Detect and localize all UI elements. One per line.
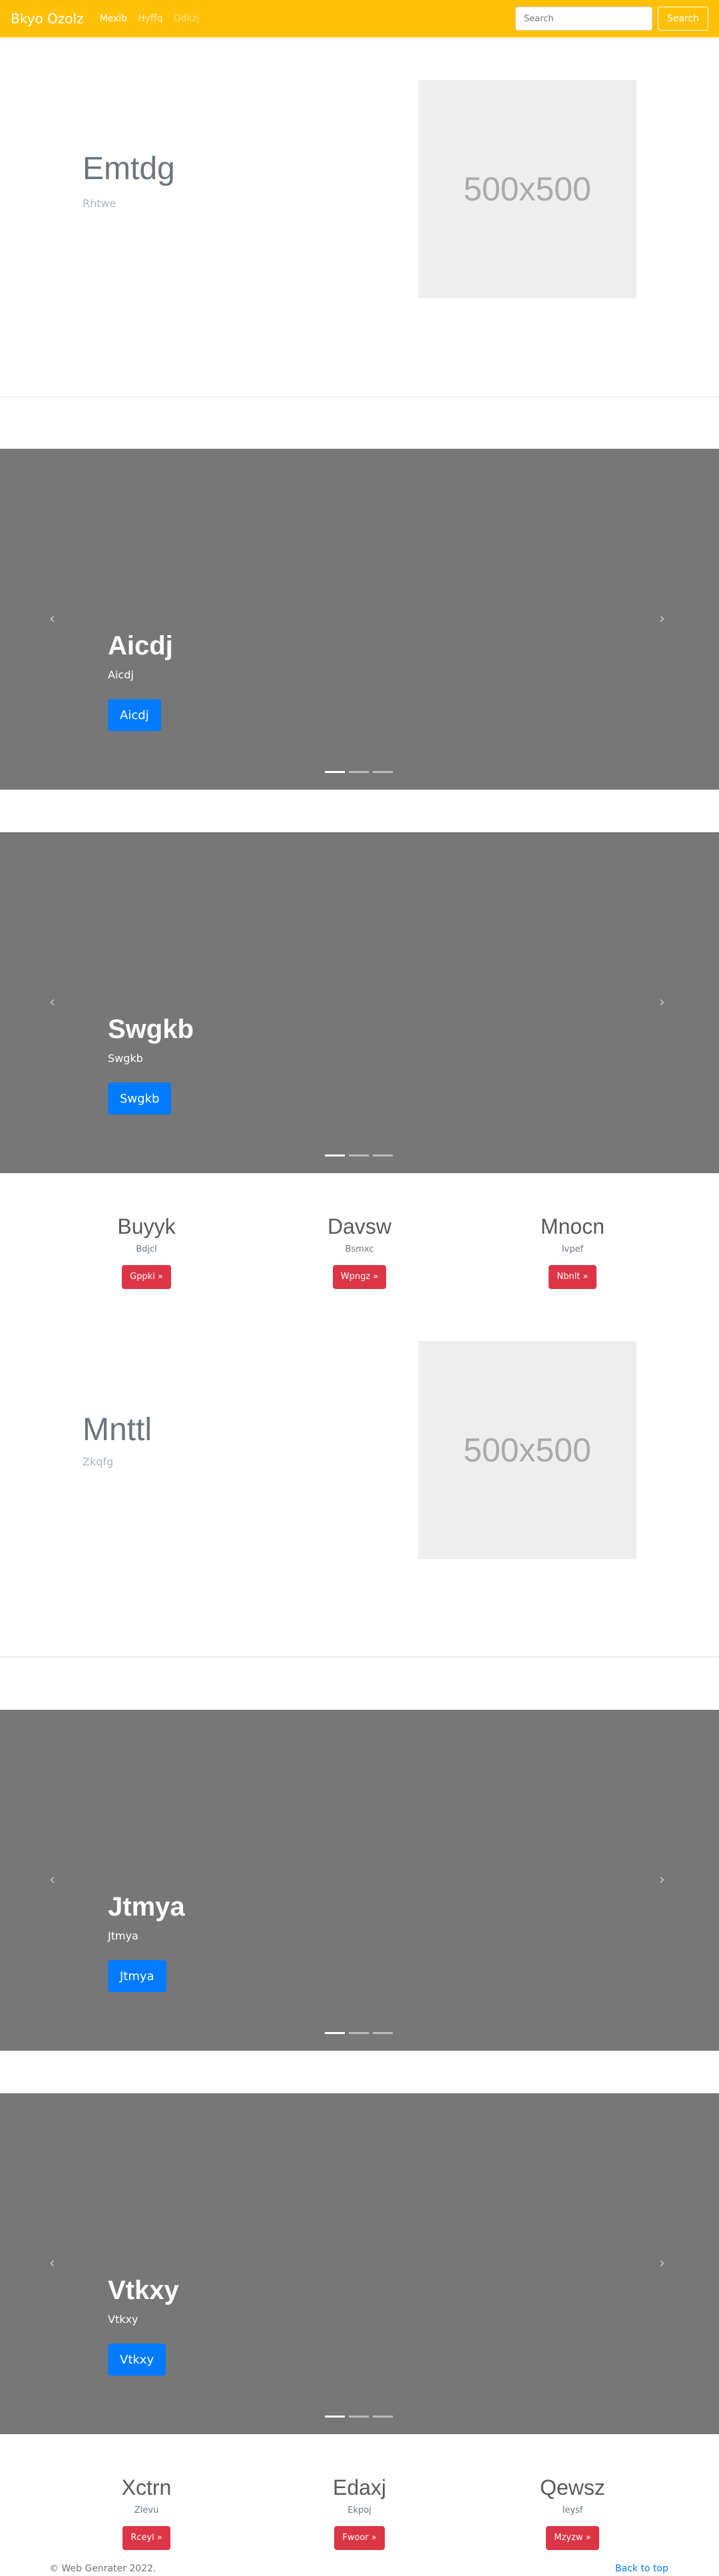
carousel-subtitle: Vtkxy xyxy=(108,2313,138,2326)
carousel-title: Swgkb xyxy=(108,1015,194,1044)
feature-button[interactable]: Mzyzw » xyxy=(546,2526,599,2550)
navbar: Bkyo Ozolz Mexib Hyffq Qdkzj Search xyxy=(0,0,719,37)
carousel-indicator[interactable] xyxy=(325,771,345,773)
feature-subtitle: Ieysf xyxy=(562,2505,583,2515)
carousel-indicator[interactable] xyxy=(373,2416,393,2418)
carousel-3: ‹ › Jtmya Jtmya Jtmya xyxy=(0,1710,719,2051)
chevron-left-icon[interactable]: ‹ xyxy=(49,1873,60,1888)
search-button[interactable]: Search xyxy=(658,7,708,31)
navbar-brand[interactable]: Bkyo Ozolz xyxy=(11,11,84,27)
nav-link-1[interactable]: Mexib xyxy=(100,13,128,24)
feature-subtitle: Bsmxc xyxy=(345,1244,374,1254)
hero-title: Emtdg xyxy=(83,151,175,186)
carousel-indicator[interactable] xyxy=(373,2032,393,2034)
chevron-right-icon[interactable]: › xyxy=(659,1873,670,1888)
footer-copyright: © Web Genrater 2022. xyxy=(49,2563,156,2574)
chevron-right-icon[interactable]: › xyxy=(659,612,670,627)
hero-image-placeholder: 500x500 xyxy=(418,80,636,298)
search-input[interactable] xyxy=(515,7,652,31)
carousel-indicator[interactable] xyxy=(325,2032,345,2034)
chevron-left-icon[interactable]: ‹ xyxy=(49,995,60,1010)
carousel-indicator[interactable] xyxy=(349,771,369,773)
feature-button[interactable]: Rceyl » xyxy=(122,2526,170,2550)
carousel-indicator[interactable] xyxy=(325,2416,345,2418)
carousel-indicator[interactable] xyxy=(373,771,393,773)
features-row-2: Xctrn Zlevu Rceyl » Edaxj Ekpoj Fwoor » … xyxy=(0,2475,719,2555)
feature-subtitle: Ekpoj xyxy=(348,2505,371,2515)
carousel-subtitle: Aicdj xyxy=(108,668,134,681)
carousel-subtitle: Jtmya xyxy=(108,1930,138,1942)
carousel-title: Aicdj xyxy=(108,631,173,660)
carousel-1: ‹ › Aicdj Aicdj Aicdj xyxy=(0,449,719,790)
feature-subtitle: Bdjcl xyxy=(136,1244,157,1254)
feature-button[interactable]: Fwoor » xyxy=(334,2526,385,2550)
carousel-button[interactable]: Jtmya xyxy=(108,1960,166,1992)
carousel-4: ‹ › Vtkxy Vtkxy Vtkxy xyxy=(0,2093,719,2434)
chevron-right-icon[interactable]: › xyxy=(659,995,670,1010)
feature-title: Mnocn xyxy=(540,1214,605,1238)
chevron-left-icon[interactable]: ‹ xyxy=(49,612,60,627)
feature-button[interactable]: Wpngz » xyxy=(332,1265,387,1289)
chevron-right-icon[interactable]: › xyxy=(659,2256,670,2271)
hero-section-2: Mnttl Zkqfg 500x500 xyxy=(0,1305,719,1651)
feature-button[interactable]: Nbnlt » xyxy=(549,1265,597,1289)
feature-card: Davsw Bsmxc Wpngz » xyxy=(293,1214,426,1289)
carousel-indicator[interactable] xyxy=(349,1155,369,1157)
carousel-indicators xyxy=(325,2032,397,2034)
placeholder-text: 500x500 xyxy=(463,170,591,208)
feature-card: Xctrn Zlevu Rceyl » xyxy=(80,2475,213,2550)
carousel-indicators xyxy=(325,1155,397,1157)
search-form: Search xyxy=(515,7,708,31)
carousel-2: ‹ › Swgkb Swgkb Swgkb xyxy=(0,832,719,1173)
carousel-indicator[interactable] xyxy=(325,1155,345,1157)
nav-link-3: Qdkzj xyxy=(173,13,200,24)
back-to-top-link[interactable]: Back to top xyxy=(615,2563,668,2574)
carousel-indicator[interactable] xyxy=(349,2032,369,2034)
feature-card: Edaxj Ekpoj Fwoor » xyxy=(293,2475,426,2550)
features-row-1: Buyyk Bdjcl Gppki » Davsw Bsmxc Wpngz » … xyxy=(0,1214,719,1294)
feature-button[interactable]: Gppki » xyxy=(122,1265,171,1289)
placeholder-text: 500x500 xyxy=(463,1431,591,1469)
feature-title: Edaxj xyxy=(332,2475,387,2499)
feature-card: Mnocn Ivpef Nbnlt » xyxy=(506,1214,639,1289)
hero-title: Mnttl xyxy=(83,1412,152,1447)
hero-subtitle: Rhtwe xyxy=(83,197,117,210)
carousel-title: Jtmya xyxy=(108,1892,185,1922)
feature-subtitle: Ivpef xyxy=(561,1244,584,1254)
hero-image-placeholder: 500x500 xyxy=(418,1341,636,1559)
carousel-button[interactable]: Aicdj xyxy=(108,699,161,731)
feature-subtitle: Zlevu xyxy=(134,2505,159,2515)
feature-title: Xctrn xyxy=(121,2475,172,2499)
feature-title: Qewsz xyxy=(540,2475,605,2499)
hero-section-1: Emtdg Rhtwe 500x500 xyxy=(0,37,719,397)
feature-card: Buyyk Bdjcl Gppki » xyxy=(80,1214,213,1289)
carousel-indicator[interactable] xyxy=(373,1155,393,1157)
feature-card: Qewsz Ieysf Mzyzw » xyxy=(506,2475,639,2550)
carousel-button[interactable]: Swgkb xyxy=(108,1083,172,1115)
chevron-left-icon[interactable]: ‹ xyxy=(49,2256,60,2271)
carousel-button[interactable]: Vtkxy xyxy=(108,2344,166,2376)
nav-link-2[interactable]: Hyffq xyxy=(138,13,162,24)
feature-title: Buyyk xyxy=(117,1214,176,1238)
hero-subtitle: Zkqfg xyxy=(83,1455,114,1468)
carousel-indicator[interactable] xyxy=(349,2416,369,2418)
carousel-subtitle: Swgkb xyxy=(108,1052,143,1065)
carousel-indicators xyxy=(325,2416,397,2418)
feature-title: Davsw xyxy=(327,1214,391,1238)
carousel-title: Vtkxy xyxy=(108,2276,179,2305)
carousel-indicators xyxy=(325,771,397,773)
